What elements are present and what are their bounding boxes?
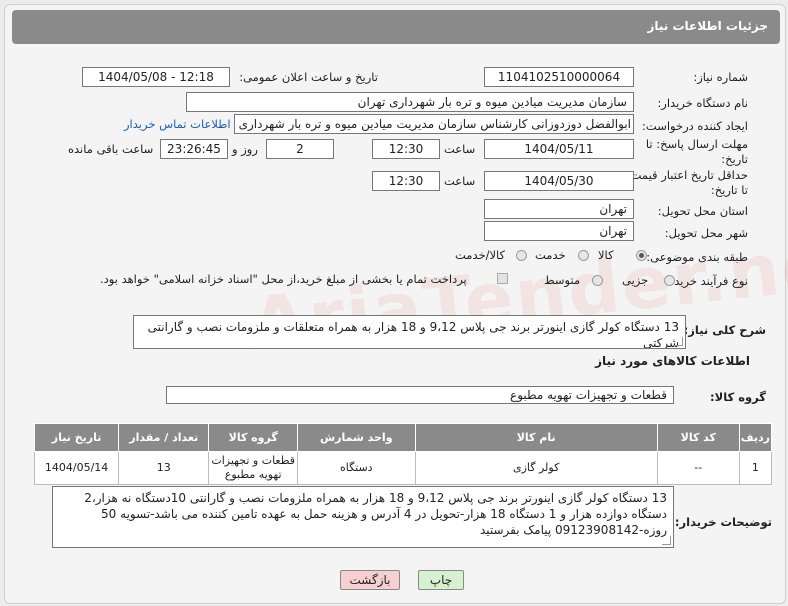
process-minor-radio[interactable]: [664, 275, 675, 286]
col-qty-header: تعداد / مقدار: [118, 423, 210, 452]
city-field: تهران: [484, 221, 634, 241]
days-field: 2: [266, 139, 334, 159]
process-medium-label: متوسط: [544, 273, 581, 287]
deadline-time-label: ساعت: [444, 142, 476, 156]
cell-qty: 13: [118, 451, 210, 485]
remaining-label: ساعت باقی مانده: [68, 142, 154, 156]
creator-field: ابوالفضل دوزدوزانی کارشناس سازمان مدیریت…: [234, 114, 634, 134]
category-both-label: کالا/خدمت: [455, 248, 506, 262]
buyer-contact-link[interactable]: اطلاعات تماس خریدار: [124, 117, 231, 131]
category-goods-label: کالا: [598, 248, 614, 262]
process-minor-label: جزیی: [622, 273, 649, 287]
goods-group-label: گروه کالا:: [710, 390, 766, 404]
cell-row: 1: [738, 451, 773, 485]
city-label: شهر محل تحویل:: [664, 226, 748, 240]
summary-textarea[interactable]: 13 دستگاه کولر گازی اینورتر برند جی پلاس…: [133, 315, 686, 349]
need-number-field: 1104102510000064: [484, 67, 634, 87]
province-label: استان محل تحویل:: [657, 204, 748, 218]
back-button[interactable]: بازگشت: [340, 570, 400, 590]
category-both-radio[interactable]: [516, 250, 527, 261]
col-row-header: ردیف: [738, 423, 773, 452]
cell-code: --: [656, 451, 740, 485]
summary-text: 13 دستگاه کولر گازی اینورتر برند جی پلاس…: [147, 320, 679, 349]
cell-name: کولر گازی: [414, 451, 658, 485]
validity-time-field: 12:30: [372, 171, 440, 191]
resize-handle-icon[interactable]: [674, 337, 683, 346]
remaining-time-field: 23:26:45: [160, 139, 228, 159]
buyer-notes-text: 13 دستگاه کولر گازی اینورتر برند جی پلاس…: [84, 491, 667, 537]
page-header: جزئیات اطلاعات نیاز: [12, 10, 780, 44]
col-name-header: نام کالا: [414, 423, 658, 452]
page-title: جزئیات اطلاعات نیاز: [647, 19, 768, 33]
goods-info-title: اطلاعات کالاهای مورد نیاز: [595, 354, 750, 368]
print-button[interactable]: چاپ: [418, 570, 464, 590]
col-unit-header: واحد شمارش: [297, 423, 416, 452]
col-group-header: گروه کالا: [208, 423, 299, 452]
goods-group-field: قطعات و تجهیزات تهویه مطبوع: [166, 386, 674, 404]
announce-field: 1404/05/08 - 12:18: [82, 67, 230, 87]
category-service-radio[interactable]: [578, 250, 589, 261]
cell-unit: دستگاه: [297, 451, 416, 485]
validity-date-field: 1404/05/30: [484, 171, 634, 191]
province-field: تهران: [484, 199, 634, 219]
deadline-time-field: 12:30: [372, 139, 440, 159]
table-row: 1 -- کولر گازی دستگاه قطعات و تجهیزات ته…: [33, 451, 773, 485]
validity-label-2: تا تاریخ:: [710, 183, 748, 197]
validity-time-label: ساعت: [444, 174, 476, 188]
category-label: طبقه بندی موضوعی:: [646, 250, 748, 264]
summary-label: شرح کلی نیاز:: [683, 323, 766, 337]
col-code-header: کد کالا: [656, 423, 740, 452]
validity-label: حداقل تاریخ اعتبار قیمت:: [626, 168, 748, 182]
col-date-header: تاریخ نیاز: [33, 423, 120, 452]
announce-label: تاریخ و ساعت اعلان عمومی:: [239, 70, 378, 84]
category-goods-radio[interactable]: [636, 250, 647, 261]
table-header-row: ردیف کد کالا نام کالا واحد شمارش گروه کا…: [33, 423, 773, 452]
buyer-notes-textarea[interactable]: 13 دستگاه کولر گازی اینورتر برند جی پلاس…: [52, 486, 674, 548]
process-label: نوع فرآیند خرید :: [666, 274, 748, 288]
payment-note: پرداخت تمام یا بخشی از مبلغ خرید،از محل …: [100, 272, 467, 286]
buyer-field: سازمان مدیریت میادین میوه و تره بار شهرد…: [186, 92, 634, 112]
deadline-label-2: تاریخ:: [721, 152, 748, 166]
process-medium-radio[interactable]: [592, 275, 603, 286]
days-label: روز و: [232, 142, 258, 156]
cell-group: قطعات و تجهیزات تهویه مطبوع: [208, 451, 299, 485]
buyer-notes-label: توضیحات خریدار:: [674, 515, 772, 529]
treasury-payment-checkbox[interactable]: [497, 273, 508, 284]
need-number-label: شماره نیاز:: [693, 70, 748, 84]
category-service-label: خدمت: [535, 248, 566, 262]
deadline-date-field: 1404/05/11: [484, 139, 634, 159]
cell-date: 1404/05/14: [33, 451, 120, 485]
creator-label: ایجاد کننده درخواست:: [642, 119, 748, 133]
goods-table: ردیف کد کالا نام کالا واحد شمارش گروه کا…: [33, 423, 773, 485]
resize-handle-icon[interactable]: [662, 536, 671, 545]
buyer-label: نام دستگاه خریدار:: [657, 96, 748, 110]
deadline-label: مهلت ارسال پاسخ: تا: [645, 137, 748, 151]
